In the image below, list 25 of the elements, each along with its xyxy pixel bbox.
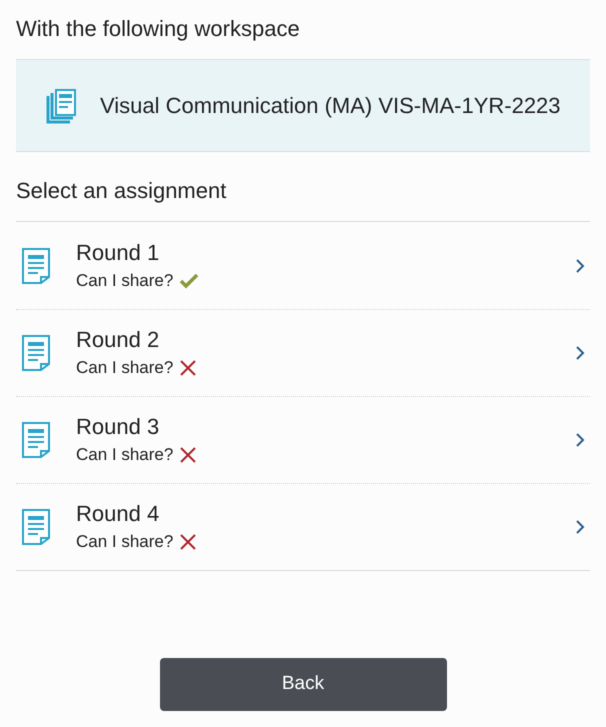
assignment-title: Round 1: [76, 238, 160, 267]
document-icon: [21, 421, 51, 459]
share-label: Can I share?: [76, 444, 174, 466]
chevron-right-icon: [575, 432, 585, 448]
share-label: Can I share?: [76, 531, 174, 554]
chevron-right-icon: [575, 345, 585, 361]
assignment-item[interactable]: Round 1 Can I share?: [16, 222, 590, 309]
assignment-title: Round 3: [76, 413, 160, 442]
chevron-right-icon: [575, 519, 585, 535]
assignment-title: Round 4: [76, 500, 160, 528]
share-label: Can I share?: [76, 357, 174, 380]
section-heading: With the following workspace: [16, 15, 301, 43]
share-label: Can I share?: [76, 270, 174, 292]
document-icon: [21, 334, 51, 372]
workspace-name: Visual Communication (MA) VIS-MA-1YR-2223: [100, 92, 561, 120]
documents-stack-icon: [46, 88, 78, 124]
document-icon: [21, 246, 51, 284]
back-button[interactable]: Back: [160, 658, 446, 711]
assignment-item[interactable]: Round 3 Can I share?: [16, 396, 590, 483]
section-heading: Select an assignment: [16, 177, 228, 205]
assignment-title: Round 2: [76, 326, 160, 354]
assignment-item[interactable]: Round 2 Can I share?: [16, 309, 590, 396]
chevron-right-icon: [575, 258, 585, 274]
document-icon: [21, 508, 51, 546]
assignment-item[interactable]: Round 4 Can I share?: [16, 483, 590, 570]
